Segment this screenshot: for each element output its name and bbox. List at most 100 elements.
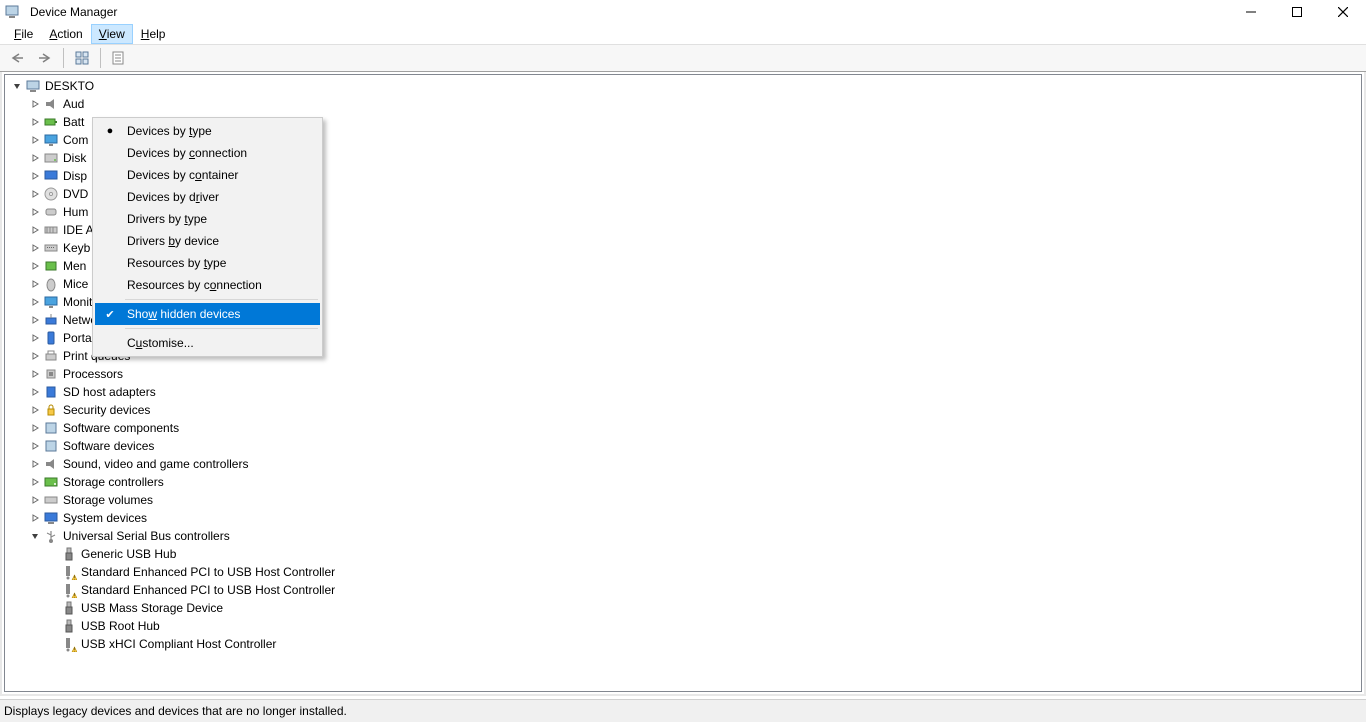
menu-item-label: Drivers by device	[127, 234, 219, 248]
tree-item-label: Com	[63, 133, 88, 147]
tree-item-label: Storage volumes	[63, 493, 153, 507]
tree-item-label: Batt	[63, 115, 84, 129]
tree-item-label: Mice	[63, 277, 88, 291]
menu-help[interactable]: Help	[133, 24, 174, 44]
expander-icon[interactable]	[29, 242, 41, 254]
expander-icon[interactable]	[29, 278, 41, 290]
expander-icon[interactable]	[29, 224, 41, 236]
expander-icon[interactable]	[29, 512, 41, 524]
expander-icon[interactable]	[47, 566, 59, 578]
tree-category[interactable]: Aud	[5, 95, 1361, 113]
expander-icon[interactable]	[29, 98, 41, 110]
maximize-button[interactable]	[1274, 0, 1320, 24]
tree-item-label: Generic USB Hub	[81, 547, 176, 561]
expander-icon[interactable]	[47, 638, 59, 650]
view-option[interactable]: Drivers by type	[95, 208, 320, 230]
expander-icon[interactable]	[29, 188, 41, 200]
menubar: FileActionViewHelp	[0, 24, 1366, 44]
minimize-button[interactable]	[1228, 0, 1274, 24]
tree-item-label: Aud	[63, 97, 84, 111]
battery-icon	[43, 114, 59, 130]
tree-item-label: SD host adapters	[63, 385, 156, 399]
monitor-icon	[43, 294, 59, 310]
expander-icon[interactable]	[29, 440, 41, 452]
tree-category[interactable]: Software devices	[5, 437, 1361, 455]
tree-device[interactable]: USB Mass Storage Device	[5, 599, 1361, 617]
expander-icon[interactable]	[29, 386, 41, 398]
usb-plug-icon	[61, 618, 77, 634]
usb-warn-icon: !	[61, 582, 77, 598]
expander-icon[interactable]	[29, 332, 41, 344]
expander-icon[interactable]	[29, 314, 41, 326]
expander-icon[interactable]	[29, 260, 41, 272]
menu-action[interactable]: Action	[41, 24, 90, 44]
expander-icon[interactable]	[47, 584, 59, 596]
expander-icon[interactable]	[29, 134, 41, 146]
menu-item-label: Resources by connection	[127, 278, 262, 292]
show-all-button[interactable]	[69, 46, 95, 70]
tree-root[interactable]: DESKTO	[5, 77, 1361, 95]
tree-category[interactable]: Security devices	[5, 401, 1361, 419]
back-button[interactable]	[4, 46, 30, 70]
mouse-icon	[43, 276, 59, 292]
svg-text:!: !	[74, 576, 75, 581]
expander-icon[interactable]	[29, 458, 41, 470]
portable-icon	[43, 330, 59, 346]
expander-icon[interactable]	[47, 548, 59, 560]
tree-item-label: Universal Serial Bus controllers	[63, 529, 230, 543]
expander-icon[interactable]	[47, 620, 59, 632]
expander-icon[interactable]	[29, 296, 41, 308]
expander-icon[interactable]	[29, 422, 41, 434]
view-option[interactable]: ✔Show hidden devices	[95, 303, 320, 325]
tree-category[interactable]: Universal Serial Bus controllers	[5, 527, 1361, 545]
tree-item-label: Standard Enhanced PCI to USB Host Contro…	[81, 565, 335, 579]
tree-device[interactable]: !Standard Enhanced PCI to USB Host Contr…	[5, 581, 1361, 599]
expander-icon[interactable]	[11, 80, 23, 92]
expander-icon[interactable]	[29, 368, 41, 380]
tree-category[interactable]: Sound, video and game controllers	[5, 455, 1361, 473]
expander-icon[interactable]	[29, 494, 41, 506]
volume-icon	[43, 492, 59, 508]
expander-icon[interactable]	[29, 116, 41, 128]
expander-icon[interactable]	[29, 476, 41, 488]
svg-text:!: !	[74, 594, 75, 599]
tree-device[interactable]: ! Standard Enhanced PCI to USB Host Contr…	[5, 563, 1361, 581]
toolbar-separator	[100, 48, 101, 68]
forward-button[interactable]	[32, 46, 58, 70]
menu-file[interactable]: File	[6, 24, 41, 44]
titlebar: Device Manager	[0, 0, 1366, 24]
close-button[interactable]	[1320, 0, 1366, 24]
tree-category[interactable]: System devices	[5, 509, 1361, 527]
view-option[interactable]: Devices by connection	[95, 142, 320, 164]
expander-icon[interactable]	[29, 170, 41, 182]
properties-button[interactable]	[106, 46, 132, 70]
view-option[interactable]: Devices by driver	[95, 186, 320, 208]
tree-category[interactable]: SD host adapters	[5, 383, 1361, 401]
tree-category[interactable]: Processors	[5, 365, 1361, 383]
expander-icon[interactable]	[47, 602, 59, 614]
view-option[interactable]: Drivers by device	[95, 230, 320, 252]
tree-category[interactable]: Storage volumes	[5, 491, 1361, 509]
view-option[interactable]: Devices by container	[95, 164, 320, 186]
view-option[interactable]: ●Devices by type	[95, 120, 320, 142]
tree-item-label: USB Root Hub	[81, 619, 160, 633]
tree-device[interactable]: USB Root Hub	[5, 617, 1361, 635]
view-option[interactable]: Resources by connection	[95, 274, 320, 296]
usb-plug-icon	[61, 600, 77, 616]
tree-item-label: Hum	[63, 205, 88, 219]
tree-category[interactable]: Storage controllers	[5, 473, 1361, 491]
expander-icon[interactable]	[29, 350, 41, 362]
expander-icon[interactable]	[29, 206, 41, 218]
expander-icon[interactable]	[29, 152, 41, 164]
menu-separator	[125, 299, 318, 300]
expander-icon[interactable]	[29, 530, 41, 542]
expander-icon[interactable]	[29, 404, 41, 416]
view-option[interactable]: Customise...	[95, 332, 320, 354]
view-option[interactable]: Resources by type	[95, 252, 320, 274]
tree-item-label: Disk	[63, 151, 86, 165]
tree-device[interactable]: !USB xHCI Compliant Host Controller	[5, 635, 1361, 653]
sd-icon	[43, 384, 59, 400]
menu-view[interactable]: View	[91, 24, 133, 44]
tree-device[interactable]: Generic USB Hub	[5, 545, 1361, 563]
tree-category[interactable]: Software components	[5, 419, 1361, 437]
